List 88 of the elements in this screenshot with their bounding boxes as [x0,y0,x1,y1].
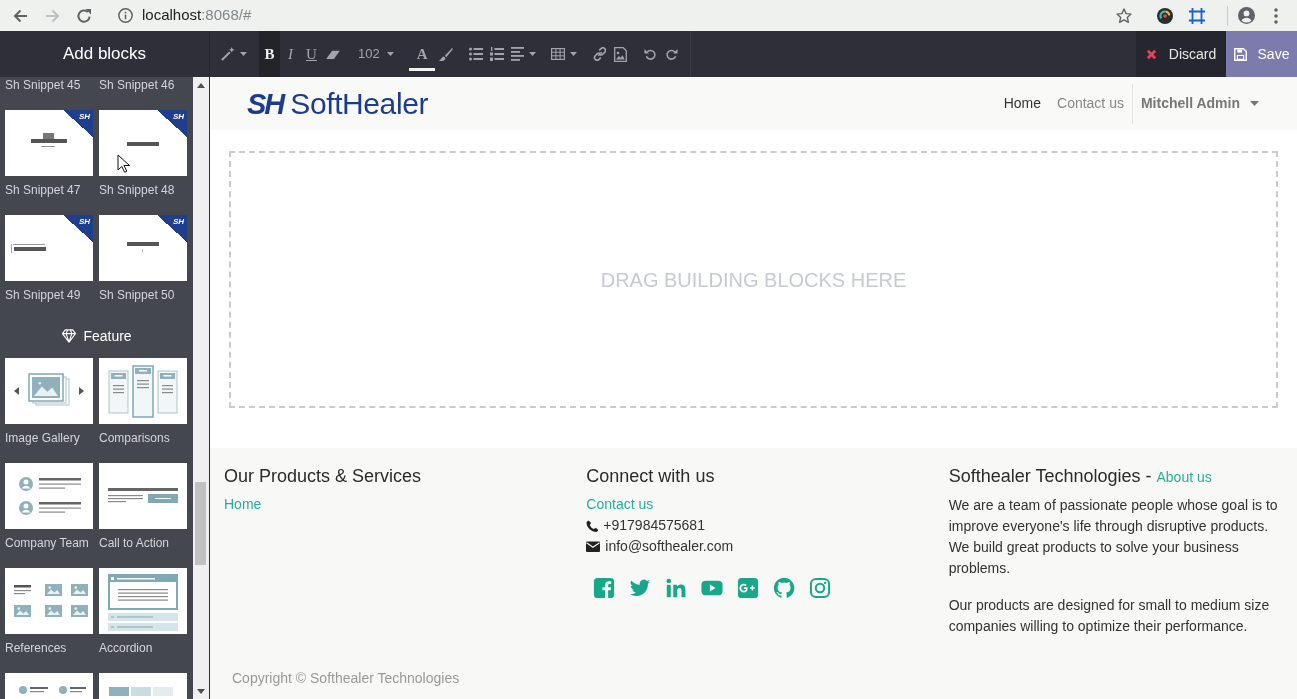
block-label: Sh Snippet 45 [5,77,82,93]
brush-icon [439,47,454,61]
bold-button[interactable]: B [259,31,280,77]
redo-icon [664,47,678,61]
footer-heading: Softhealer Technologies [948,465,1141,487]
font-size-dropdown[interactable]: 102 [352,31,400,77]
block-label: Call to Action [99,535,171,551]
menu-icon[interactable] [1274,7,1278,24]
block-thumbnail-drawing[interactable] [5,215,93,281]
section-title: Feature [83,327,132,346]
block-label: Sh Snippet 48 [99,182,176,198]
twitter-icon [629,577,652,599]
down-arrow-icon [197,688,205,694]
bullet-list-icon [469,47,484,61]
discard-button[interactable]: Discard [1136,31,1226,77]
corner-ribbon: SH [157,215,187,242]
block-thumbnail-drawing[interactable] [5,110,93,176]
block-thumbnail-drawing[interactable] [99,215,187,281]
underline-button[interactable]: U [301,31,322,77]
scrollbar-thumb[interactable] [195,482,206,565]
phone-number: +917984575681 [603,516,705,535]
close-icon [1145,48,1157,60]
block-thumbnail-drawing[interactable] [5,463,93,529]
copyright-text: Copyright © Softhealer Technologies [232,670,460,686]
italic-button[interactable]: I [280,31,301,77]
account-icon[interactable] [1238,7,1255,24]
table-icon [550,48,565,60]
eraser-icon [325,49,340,59]
nav-link[interactable]: Home [995,93,1049,114]
block-thumbnail-drawing[interactable] [5,568,93,634]
footer-heading: Connect with us [586,465,715,487]
block-label: Accordion [99,640,154,656]
diamond-icon [61,329,78,343]
instagram-icon [809,577,832,599]
drop-zone-hint: DRAG BUILDING BLOCKS HERE [600,267,907,293]
frame-grid-icon[interactable] [1189,7,1205,24]
heading-separator: - [1145,465,1152,487]
magic-wand-icon [221,47,235,61]
mouse-pointer-icon [117,154,130,173]
logo-text[interactable]: SoftHealer [290,87,429,120]
block-thumbnail-drawing[interactable] [5,358,93,424]
phone-icon [586,519,599,532]
block-label: Image Gallery [5,430,81,446]
caret-icon [1250,101,1259,106]
email-address: info@softhealer.com [605,537,734,556]
nav-link[interactable]: Contact us [1049,93,1132,114]
link-icon [592,47,607,61]
block-thumbnail-drawing[interactable] [99,463,187,529]
up-arrow-icon [197,82,205,88]
bookmark-star-icon[interactable] [1116,7,1132,24]
save-button[interactable]: Save [1226,31,1297,77]
site-info-icon[interactable] [118,8,133,23]
corner-ribbon: SH [157,110,187,137]
about-text: Our products are designed for small to medium size companies willing to optimize their performance. [948,596,1271,636]
forward-arrow-icon [44,7,60,24]
block-label: Sh Snippet 49 [5,287,82,303]
footer-heading: Our Products & Services [224,465,422,487]
facebook-icon [593,577,616,599]
block-thumbnail-drawing[interactable] [99,568,187,634]
block-label: Company Team [5,535,90,551]
text-color-button[interactable]: A [408,31,436,77]
image-icon [613,46,627,62]
block-thumbnail-drawing[interactable] [99,358,187,424]
envelope-icon [586,541,601,552]
reload-icon [76,7,92,24]
github-icon [773,577,796,599]
back-arrow-icon [12,7,28,24]
corner-ribbon: SH [63,110,93,137]
gauge-icon[interactable] [1157,7,1173,24]
google-plus-icon [737,577,760,599]
user-menu[interactable]: Mitchell Admin [1132,93,1259,114]
block-label: Sh Snippet 50 [99,287,176,303]
text-color-indicator [409,68,436,72]
logo-mark[interactable]: SH [247,88,284,119]
block-label: References [5,640,68,656]
address-field[interactable]: localhost:8068/# [142,4,252,27]
corner-ribbon: SH [63,215,93,242]
block-label: Sh Snippet 47 [5,182,82,198]
undo-icon [643,47,657,61]
about-text: We are a team of passionate people whose goal is to improve everyone's life through disruptive products. We build great products to solve your business problems. [948,496,1279,578]
align-left-icon [510,47,524,61]
block-label: Comparisons [99,430,171,446]
panel-title: Add blocks [62,43,147,66]
save-icon [1233,47,1247,61]
numbered-list-icon [490,47,505,61]
block-thumbnail-drawing[interactable] [99,110,187,176]
linkedin-icon [665,577,688,599]
block-label: Sh Snippet 46 [99,77,176,93]
